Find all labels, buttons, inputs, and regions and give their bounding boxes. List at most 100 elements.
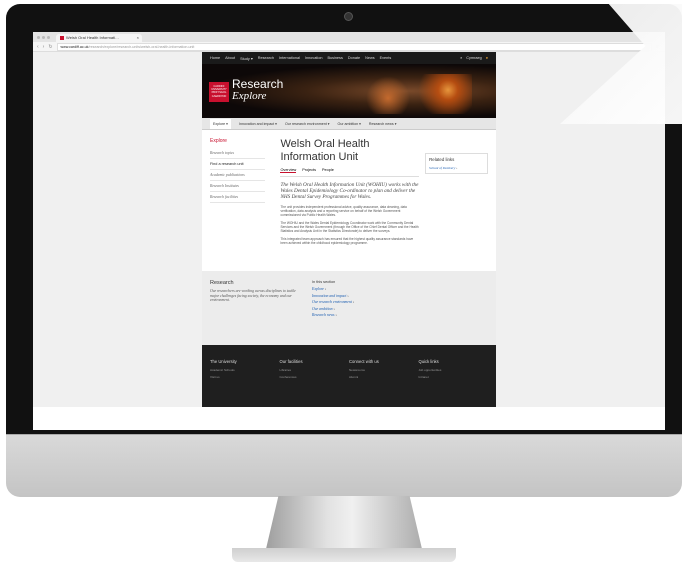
footer-column: Quick links Job opportunities Intranet [419, 359, 489, 407]
subnav-innovation[interactable]: Innovation and impact ▾ [239, 122, 277, 126]
footer-column: Connect with us Newsrooms Alumni [349, 359, 419, 407]
related-links-box: Related links School of Dentistry › [425, 153, 488, 174]
footer-column-title: Our facilities [279, 359, 303, 364]
monitor-foot [232, 548, 456, 562]
maximize-dot-icon[interactable] [47, 36, 50, 39]
nav-research[interactable]: Research [258, 56, 274, 60]
monitor-chin [6, 434, 682, 497]
chevron-right-icon: › [456, 166, 458, 170]
nav-news[interactable]: News [365, 56, 375, 60]
brand-title: Research Explore [232, 78, 283, 102]
browser-tab-bar: Welsh Oral Health Informati… × [33, 32, 665, 42]
browser-tab[interactable]: Welsh Oral Health Informati… × [56, 34, 142, 42]
research-title: Research [210, 280, 234, 286]
body-paragraph: The unit provides independent profession… [280, 205, 407, 217]
subnav-explore[interactable]: Explore ▾ [210, 118, 231, 129]
section-footer: Research Our researchers are working acr… [202, 271, 496, 345]
footer-link[interactable]: Job opportunities [419, 368, 489, 372]
nav-home[interactable]: Home [210, 56, 220, 60]
site: Home About Study ▾ Research Internationa… [202, 52, 496, 407]
page-title: Welsh Oral Health Information Unit [280, 138, 370, 163]
left-menu: Explore Research topics Find a research … [210, 138, 266, 271]
tab-projects[interactable]: Projects [302, 168, 316, 173]
nav-utilities: ⌕ Cymraeg ● [460, 56, 488, 60]
footer-link[interactable]: Intranet [419, 375, 489, 379]
body-paragraph: This integrated team approach has ensure… [280, 237, 414, 245]
brand-explore: Explore [232, 90, 267, 102]
section-link-label: Our research environment [312, 300, 352, 304]
left-menu-item[interactable]: Academic publications [210, 170, 266, 181]
footer-link[interactable]: Alumni [349, 375, 419, 379]
nav-innovation[interactable]: Innovation [305, 56, 323, 60]
footer-link[interactable]: Newsrooms [349, 368, 419, 372]
tab-people[interactable]: People [322, 168, 334, 173]
section-link-label: Innovation and impact [312, 293, 347, 298]
footer-link[interactable]: Libraries [280, 368, 350, 372]
left-menu-item[interactable]: Research topics [210, 148, 266, 159]
research-desc: Our researchers are working across disci… [210, 289, 296, 303]
university-logo[interactable]: CARDIFF UNIVERSITY PRIFYSGOL CAERDYDD [209, 82, 229, 102]
content-tabs: Overview Projects People [280, 168, 420, 177]
body-paragraph: The WOHIU and the Wales Dental Epidemiol… [280, 221, 419, 233]
subnav-news[interactable]: Research news ▾ [369, 122, 397, 126]
url-path: /research/explore/research-units/welsh-o… [88, 44, 195, 49]
logo-text: CARDIFF UNIVERSITY PRIFYSGOL CAERDYDD [211, 85, 227, 98]
nav-international[interactable]: International [279, 56, 300, 60]
screen: Welsh Oral Health Informati… × ‹ › ↻ www… [33, 32, 665, 430]
subnav-environment[interactable]: Our research environment ▾ [285, 122, 330, 126]
section-link-environment[interactable]: Our research environment › [312, 300, 354, 304]
lead-text: The Welsh Oral Health Information Unit (… [280, 182, 419, 200]
main-content: Explore Research topics Find a research … [202, 130, 496, 271]
address-bar: ‹ › ↻ www.cardiff.ac.uk/research/explore… [33, 42, 665, 52]
left-menu-item-selected[interactable]: Find a research unit [210, 159, 266, 170]
related-links-title: Related links [429, 157, 455, 162]
footer-link[interactable]: Visit us [210, 375, 280, 379]
section-link-label: Explore [312, 287, 324, 291]
page-viewport: Home About Study ▾ Research Internationa… [33, 52, 665, 407]
chevron-right-icon: › [333, 306, 335, 311]
window-controls[interactable] [37, 36, 50, 39]
subnav-ambition[interactable]: Our ambition ▾ [338, 122, 361, 126]
search-icon[interactable]: ⌕ [460, 56, 462, 60]
in-this-section: In this section Explore › Innovation and… [312, 280, 354, 345]
nav-business[interactable]: Business [327, 56, 342, 60]
research-block: Research Our researchers are working acr… [210, 280, 300, 345]
language-link[interactable]: Cymraeg [466, 56, 481, 60]
monitor-scene: Welsh Oral Health Informati… × ‹ › ↻ www… [0, 0, 682, 574]
section-link-label: Our ambition [312, 306, 333, 311]
nav-about[interactable]: About [225, 56, 235, 60]
related-link-dentistry[interactable]: School of Dentistry › [429, 166, 484, 170]
url-host: www.cardiff.ac.uk [60, 44, 89, 49]
footer-column: The University Academic Schools Visit us [210, 359, 280, 407]
nav-events[interactable]: Events [380, 56, 392, 60]
brand-research: Research [232, 77, 284, 91]
article: Welsh Oral Health Information Unit Overv… [280, 138, 420, 271]
location-pin-icon: ● [485, 56, 488, 60]
nav-study[interactable]: Study ▾ [240, 56, 253, 61]
footer-column-title: Connect with us [349, 359, 379, 364]
footer-link[interactable]: Conferences [280, 375, 350, 379]
minimize-dot-icon[interactable] [42, 36, 45, 39]
url-field[interactable]: www.cardiff.ac.uk/research/explore/resea… [56, 42, 653, 51]
close-tab-icon[interactable]: × [137, 34, 139, 42]
close-dot-icon[interactable] [37, 36, 40, 39]
chevron-right-icon: › [347, 293, 349, 298]
reload-icon[interactable]: ↻ [48, 44, 52, 50]
left-menu-item[interactable]: Research facilities [210, 192, 266, 203]
section-link-ambition[interactable]: Our ambition › [312, 307, 354, 311]
monitor-stand [265, 496, 423, 552]
chevron-right-icon: › [335, 313, 337, 317]
back-arrow-icon[interactable]: ‹ [37, 44, 39, 50]
forward-arrow-icon[interactable]: › [43, 44, 45, 50]
tab-title: Welsh Oral Health Informati… [66, 35, 120, 40]
favicon-icon [60, 36, 64, 40]
sidebar: Related links School of Dentistry › [425, 153, 488, 271]
left-menu-heading[interactable]: Explore [210, 138, 265, 144]
nav-donate[interactable]: Donate [348, 56, 360, 60]
section-link-news[interactable]: Research news › [312, 313, 354, 317]
tab-overview[interactable]: Overview [280, 168, 297, 173]
left-menu-item[interactable]: Research Institutes [210, 181, 266, 192]
footer-link[interactable]: Academic Schools [210, 368, 280, 372]
section-link-innovation[interactable]: Innovation and impact › [312, 294, 354, 298]
section-link-explore[interactable]: Explore › [312, 287, 354, 291]
